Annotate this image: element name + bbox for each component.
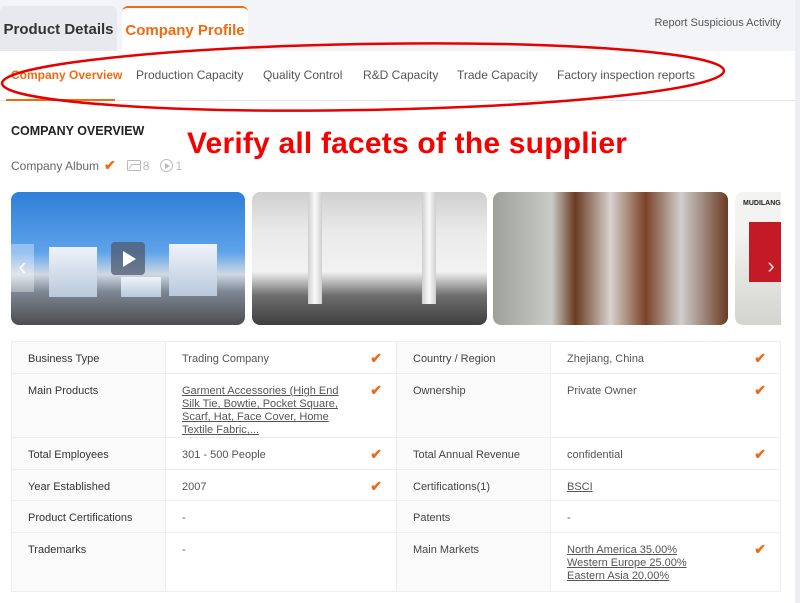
- gallery-next-arrow-icon[interactable]: ›: [763, 252, 779, 282]
- album-thumb-lobby[interactable]: [252, 192, 487, 325]
- gallery-prev-arrow-icon[interactable]: ‹: [11, 244, 34, 292]
- detail-value: -: [550, 500, 781, 533]
- verified-check-icon: ✔: [754, 382, 766, 398]
- tab-product-details[interactable]: Product Details: [0, 6, 117, 52]
- image-icon: [126, 160, 141, 171]
- top-tab-bar: Product Details Company Profile Report S…: [0, 0, 795, 52]
- market-link[interactable]: North America 35.00%: [567, 544, 764, 557]
- subnav-production-capacity[interactable]: Production Capacity: [136, 68, 243, 82]
- album-thumb-video[interactable]: [11, 192, 245, 325]
- detail-value: 301 - 500 People ✔: [165, 437, 397, 470]
- detail-value: -: [165, 532, 397, 592]
- profile-subnav: Company Overview Production Capacity Qua…: [0, 51, 795, 101]
- page: Product Details Company Profile Report S…: [0, 0, 800, 603]
- building-shape: [121, 277, 161, 297]
- detail-label: Total Employees: [11, 437, 166, 470]
- photo-count[interactable]: 8: [126, 158, 150, 173]
- detail-value: Trading Company ✔: [165, 341, 397, 374]
- detail-label: Business Type: [11, 341, 166, 374]
- album-label: Company Album: [11, 158, 100, 173]
- detail-label: Total Annual Revenue: [396, 437, 551, 470]
- detail-label: Patents: [396, 500, 551, 533]
- pillar-shape: [422, 192, 436, 304]
- detail-value: confidential ✔: [550, 437, 781, 470]
- company-album-row: Company Album ✔ 8 1: [11, 157, 182, 174]
- detail-value: BSCI: [550, 469, 781, 501]
- building-shape: [49, 247, 97, 297]
- pillar-shape: [308, 192, 322, 304]
- detail-label: Product Certifications: [11, 500, 166, 533]
- detail-value: 2007 ✔: [165, 469, 397, 501]
- building-shape: [169, 244, 217, 296]
- market-link[interactable]: Eastern Asia 20.00%: [567, 570, 764, 583]
- play-icon[interactable]: [111, 242, 145, 275]
- detail-value: Zhejiang, China ✔: [550, 341, 781, 374]
- company-profile-panel: Company Overview Production Capacity Qua…: [0, 42, 795, 603]
- table-row: Trademarks - Main Markets North America …: [11, 532, 781, 592]
- checkmark-icon: ✔: [104, 157, 116, 173]
- detail-value: Garment Accessories (High End Silk Tie, …: [165, 373, 397, 438]
- video-count-value: 1: [175, 158, 183, 173]
- detail-label: Trademarks: [11, 532, 166, 592]
- photo-count-value: 8: [142, 158, 150, 173]
- detail-label: Year Established: [11, 469, 166, 501]
- detail-label: Ownership: [396, 373, 551, 438]
- market-link[interactable]: Western Europe 25.00%: [567, 557, 764, 570]
- play-circle-icon: [160, 159, 174, 172]
- verified-check-icon: ✔: [754, 446, 766, 462]
- subnav-quality-control[interactable]: Quality Control: [263, 68, 342, 82]
- table-row: Total Employees 301 - 500 People ✔ Total…: [11, 437, 781, 470]
- table-row: Business Type Trading Company ✔ Country …: [11, 341, 781, 374]
- subnav-rd-capacity[interactable]: R&D Capacity: [363, 68, 438, 82]
- detail-label: Main Markets: [396, 532, 551, 592]
- tab-company-profile[interactable]: Company Profile: [122, 6, 248, 52]
- main-products-link[interactable]: Garment Accessories (High End Silk Tie, …: [182, 385, 352, 437]
- verified-check-icon: ✔: [370, 478, 382, 494]
- company-album-gallery: MUDILANG ‹ ›: [11, 192, 781, 325]
- verified-check-icon: ✔: [370, 350, 382, 366]
- showroom-sign: MUDILANG: [743, 200, 781, 207]
- verified-check-icon: ✔: [754, 350, 766, 366]
- detail-label: Country / Region: [396, 341, 551, 374]
- detail-label: Certifications(1): [396, 469, 551, 501]
- subnav-trade-capacity[interactable]: Trade Capacity: [457, 68, 538, 82]
- subnav-factory-inspection-reports[interactable]: Factory inspection reports: [557, 68, 695, 82]
- verified-check-icon: ✔: [754, 541, 766, 557]
- verified-check-icon: ✔: [370, 382, 382, 398]
- detail-value: -: [165, 500, 397, 533]
- annotation-text: Verify all facets of the supplier: [187, 127, 628, 160]
- report-suspicious-activity-link[interactable]: Report Suspicious Activity: [654, 17, 781, 29]
- company-details-table: Business Type Trading Company ✔ Country …: [11, 341, 781, 592]
- verified-check-icon: ✔: [370, 446, 382, 462]
- bsci-certification-link[interactable]: BSCI: [567, 481, 764, 494]
- detail-value: North America 35.00% Western Europe 25.0…: [550, 532, 781, 592]
- album-thumb-corridor[interactable]: [493, 192, 728, 325]
- scrollbar[interactable]: [795, 0, 800, 603]
- video-count[interactable]: 1: [160, 159, 182, 173]
- subnav-company-overview[interactable]: Company Overview: [11, 68, 122, 82]
- table-row: Main Products Garment Accessories (High …: [11, 373, 781, 438]
- table-row: Year Established 2007 ✔ Certifications(1…: [11, 469, 781, 501]
- section-title: COMPANY OVERVIEW: [11, 124, 145, 138]
- detail-value: Private Owner ✔: [550, 373, 781, 438]
- table-row: Product Certifications - Patents -: [11, 500, 781, 533]
- detail-label: Main Products: [11, 373, 166, 438]
- active-subnav-indicator: [6, 99, 115, 101]
